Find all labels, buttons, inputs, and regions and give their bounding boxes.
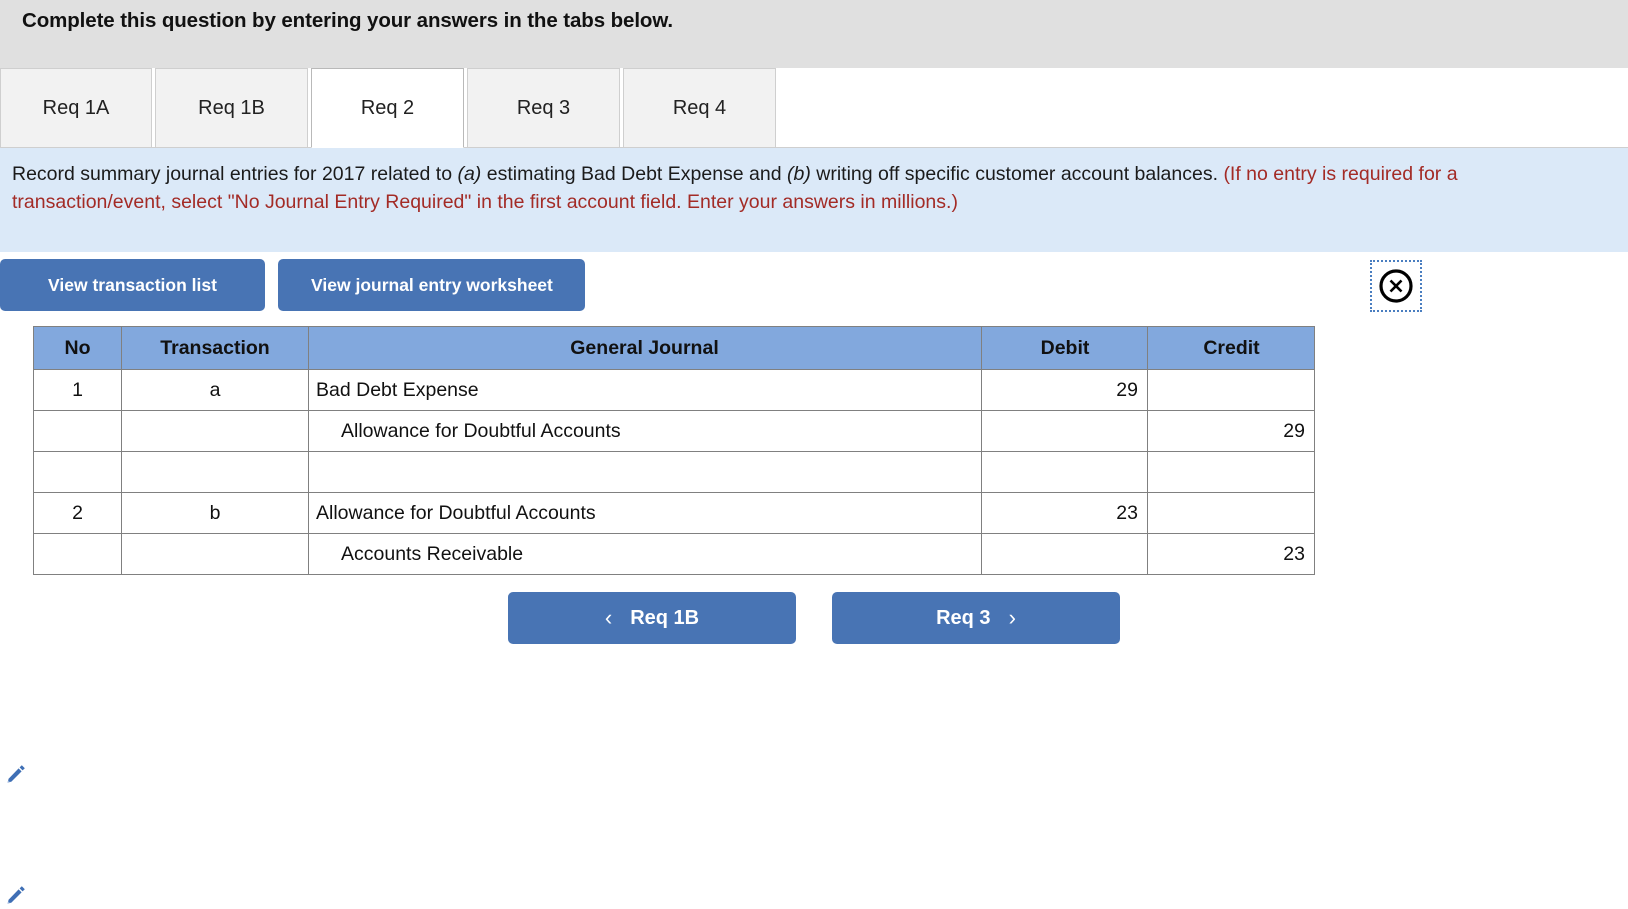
cell-transaction[interactable] [121, 410, 309, 452]
pencil-icon [7, 765, 25, 783]
chevron-right-icon: › [1008, 605, 1016, 630]
cell-debit[interactable] [981, 410, 1148, 452]
cell-credit[interactable] [1147, 369, 1315, 411]
next-requirement-label: Req 3 [936, 606, 991, 629]
cell-transaction[interactable]: b [121, 492, 309, 534]
instruction-part-3: writing off specific customer account ba… [810, 163, 1224, 185]
tab-strip: Req 1A Req 1B Req 2 Req 3 Req 4 [0, 68, 1628, 148]
cell-no[interactable] [33, 451, 122, 493]
column-header-transaction: Transaction [121, 326, 309, 370]
cell-credit[interactable]: 23 [1147, 533, 1315, 575]
cell-transaction[interactable] [121, 451, 309, 493]
question-instructions: Record summary journal entries for 2017 … [0, 148, 1628, 252]
table-row[interactable]: 2 b Allowance for Doubtful Accounts 23 [33, 492, 1315, 534]
worksheet-toolbar: View transaction list View journal entry… [0, 252, 1628, 322]
instruction-part-1: Record summary journal entries for 2017 … [12, 163, 458, 185]
cell-credit[interactable] [1147, 492, 1315, 534]
tab-req-3[interactable]: Req 3 [467, 68, 620, 148]
instruction-paragraph: Record summary journal entries for 2017 … [12, 160, 1614, 216]
cell-debit[interactable] [981, 451, 1148, 493]
cell-account[interactable]: Allowance for Doubtful Accounts [308, 410, 982, 452]
tab-label: Req 1B [198, 96, 265, 119]
cell-debit[interactable]: 23 [981, 492, 1148, 534]
table-header: No Transaction General Journal Debit Cre… [33, 326, 1315, 370]
instruction-banner: Complete this question by entering your … [0, 0, 1628, 68]
close-worksheet-button[interactable] [1370, 260, 1422, 312]
cell-account[interactable]: Allowance for Doubtful Accounts [308, 492, 982, 534]
cell-credit[interactable]: 29 [1147, 410, 1315, 452]
column-header-credit: Credit [1147, 326, 1315, 370]
table-body: 1 a Bad Debt Expense 29 Allowance for Do… [33, 369, 1315, 575]
previous-requirement-label: Req 1B [630, 606, 700, 629]
instruction-italic-a: (a) [457, 163, 482, 185]
next-requirement-button[interactable]: Req 3 › [832, 592, 1120, 644]
tab-label: Req 4 [672, 96, 727, 119]
banner-text: Complete this question by entering your … [22, 9, 674, 32]
tab-label: Req 3 [516, 96, 571, 119]
cell-account[interactable]: Accounts Receivable [308, 533, 982, 575]
requirement-navigation: ‹ Req 1B Req 3 › [0, 592, 1628, 644]
cell-account[interactable] [308, 451, 982, 493]
tab-label: Req 1A [42, 96, 110, 119]
previous-requirement-button[interactable]: ‹ Req 1B [508, 592, 796, 644]
cell-no[interactable]: 2 [33, 492, 122, 534]
pencil-icon [7, 886, 25, 904]
column-header-general-journal: General Journal [308, 326, 982, 370]
journal-entry-table-area: No Transaction General Journal Debit Cre… [0, 326, 1628, 904]
tab-strip-underline [0, 147, 1628, 148]
cell-no[interactable] [33, 533, 122, 575]
journal-entry-table: No Transaction General Journal Debit Cre… [33, 326, 1315, 575]
cell-debit[interactable]: 29 [981, 369, 1148, 411]
instruction-part-2: estimating Bad Debt Expense and [481, 163, 787, 185]
cell-no[interactable]: 1 [33, 369, 122, 411]
column-header-debit: Debit [981, 326, 1148, 370]
cell-debit[interactable] [981, 533, 1148, 575]
view-journal-entry-worksheet-button[interactable]: View journal entry worksheet [278, 259, 586, 311]
table-header-row: No Transaction General Journal Debit Cre… [33, 326, 1315, 370]
tab-req-1b[interactable]: Req 1B [155, 68, 308, 148]
table-row[interactable] [33, 451, 1315, 493]
cell-account[interactable]: Bad Debt Expense [308, 369, 982, 411]
edit-row-button[interactable] [2, 760, 30, 788]
tab-req-4[interactable]: Req 4 [623, 68, 776, 148]
chevron-left-icon: ‹ [604, 605, 613, 630]
instruction-italic-b: (b) [787, 163, 811, 185]
edit-row-button[interactable] [2, 881, 30, 909]
cell-credit[interactable] [1147, 451, 1315, 493]
table-row[interactable]: Allowance for Doubtful Accounts 29 [33, 410, 1315, 452]
cell-transaction[interactable]: a [121, 369, 309, 411]
table-row[interactable]: 1 a Bad Debt Expense 29 [33, 369, 1315, 411]
tab-req-2[interactable]: Req 2 [311, 68, 464, 148]
close-circle-icon [1379, 269, 1413, 303]
tab-label: Req 2 [360, 96, 415, 119]
column-header-no: No [33, 326, 122, 370]
view-transaction-list-button[interactable]: View transaction list [0, 259, 265, 311]
cell-no[interactable] [33, 410, 122, 452]
cell-transaction[interactable] [121, 533, 309, 575]
table-row[interactable]: Accounts Receivable 23 [33, 533, 1315, 575]
tab-req-1a[interactable]: Req 1A [0, 68, 152, 148]
